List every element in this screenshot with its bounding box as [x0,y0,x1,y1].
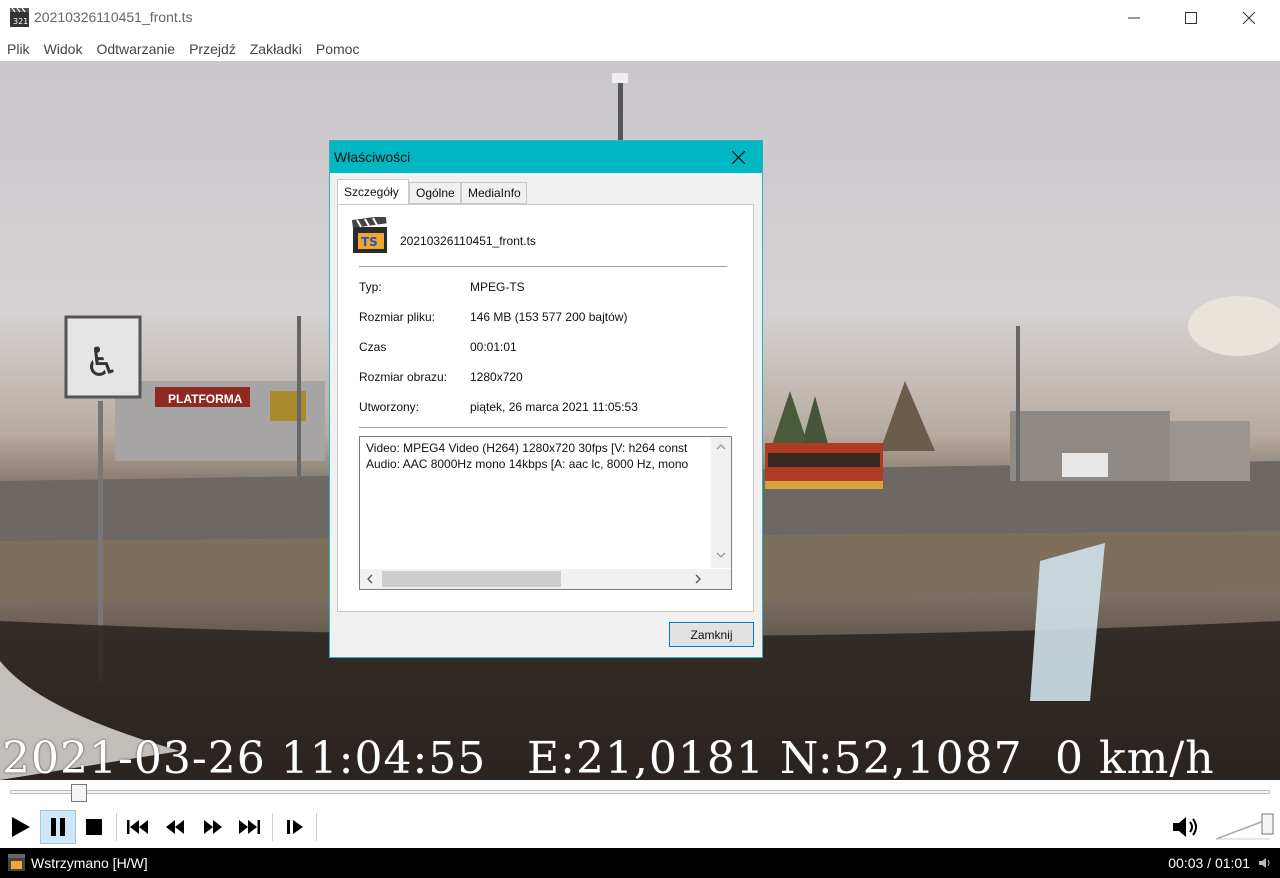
menu-widok[interactable]: Widok [44,41,83,57]
mediainfo-audio-line: Audio: AAC 8000Hz mono 14kbps [A: aac lc… [366,457,689,471]
details-panel: TS 20210326110451_front.ts Typ: MPEG-TS … [337,204,754,612]
frame-step-button[interactable] [277,810,313,844]
zamknij-button[interactable]: Zamknij [669,622,754,647]
previous-button[interactable] [120,810,156,844]
play-button[interactable] [2,810,38,844]
pause-icon [51,818,65,836]
scroll-arrows-icon [716,444,726,558]
tab-szczegoly[interactable]: Szczegóły [337,179,409,204]
separator [359,266,727,267]
volume-slider-track [1215,813,1274,840]
tab-mediainfo[interactable]: MediaInfo [461,182,527,204]
title-bar: 321 20210326110451_front.ts [0,0,1280,36]
fast-forward-icon [204,820,222,834]
status-app-icon [8,854,25,871]
osd-speed: 0 km/h [1055,733,1215,780]
skip-next-icon [239,820,260,834]
maximize-icon [1185,12,1197,24]
minimize-button[interactable] [1105,0,1163,36]
prop-label-created: Utworzony: [359,400,420,414]
volume-slider[interactable] [1214,813,1276,841]
menu-przejdz[interactable]: Przejdź [189,41,236,57]
prop-value-created: piątek, 26 marca 2021 11:05:53 [470,400,638,414]
svg-text:321: 321 [13,17,28,26]
ts-file-icon: TS [351,215,389,255]
file-name: 20210326110451_front.ts [400,234,536,248]
maximize-button[interactable] [1162,0,1220,36]
rewind-icon [166,820,184,834]
frame-step-icon [287,820,303,834]
seek-thumb[interactable] [71,784,87,802]
skip-previous-icon [127,820,148,834]
osd-coordinates: E:21,0181 N:52,1087 [527,733,1023,780]
menu-pomoc[interactable]: Pomoc [316,41,360,57]
prop-label-size: Rozmiar pliku: [359,310,436,324]
osd-date: 2021-03-26 11:04:55 [2,733,487,780]
play-icon [12,817,30,837]
seek-bar[interactable] [0,780,1280,807]
prop-value-resolution: 1280x720 [470,370,523,384]
close-icon [731,150,745,164]
prop-value-size: 146 MB (153 577 200 bajtów) [470,310,628,324]
next-button[interactable] [231,810,267,844]
vertical-scrollbar[interactable] [711,437,731,568]
mediainfo-video-line: Video: MPEG4 Video (H264) 1280x720 30fps… [366,441,688,455]
menu-plik[interactable]: Plik [7,41,30,57]
menu-odtwarzanie[interactable]: Odtwarzanie [96,41,175,57]
prop-value-type: MPEG-TS [470,280,525,294]
horizontal-scroll-thumb[interactable] [382,571,561,587]
status-text: Wstrzymano [H/W] [31,855,148,871]
pause-button[interactable] [40,810,76,844]
prop-label-resolution: Rozmiar obrazu: [359,370,448,384]
volume-icon [1173,817,1197,837]
horizontal-scrollbar[interactable] [360,569,731,589]
close-window-button[interactable] [1220,0,1278,36]
app-icon: 321 [10,7,29,27]
playback-time: 00:03 / 01:01 [1168,855,1250,871]
minimize-icon [1128,17,1140,19]
mute-button[interactable] [1168,810,1204,844]
prop-value-duration: 00:01:01 [470,340,517,354]
fast-forward-button[interactable] [195,810,231,844]
dialog-close-button[interactable] [718,143,758,171]
mediainfo-textbox[interactable]: Video: MPEG4 Video (H264) 1280x720 30fps… [359,436,732,590]
tab-ogolne[interactable]: Ogólne [409,182,461,204]
properties-dialog: Właściwości Szczegóły Ogólne MediaInfo T… [329,140,763,658]
separator [116,813,117,841]
dialog-title-bar: Właściwości [330,141,762,173]
prop-label-type: Typ: [359,280,382,294]
prop-label-duration: Czas [359,340,387,354]
svg-text:♿: ♿ [84,340,120,386]
close-icon [1243,12,1255,24]
svg-text:TS: TS [361,235,378,249]
separator [272,813,273,841]
rewind-button[interactable] [157,810,193,844]
menu-bar: Plik Widok Odtwarzanie Przejdź Zakładki … [0,36,1280,61]
dialog-title: Właściwości [334,149,411,165]
stop-button[interactable] [76,810,112,844]
window-title: 20210326110451_front.ts [34,9,193,25]
seek-track[interactable] [10,790,1270,794]
platforma-sign-text: PLATFORMA [168,392,243,406]
separator [359,427,727,428]
status-bar: Wstrzymano [H/W] 00:03 / 01:01 [0,848,1280,878]
status-volume-icon [1258,856,1272,870]
separator [316,813,317,841]
menu-zakladki[interactable]: Zakładki [250,41,302,57]
stop-icon [86,819,102,835]
playback-controls [0,807,1280,848]
